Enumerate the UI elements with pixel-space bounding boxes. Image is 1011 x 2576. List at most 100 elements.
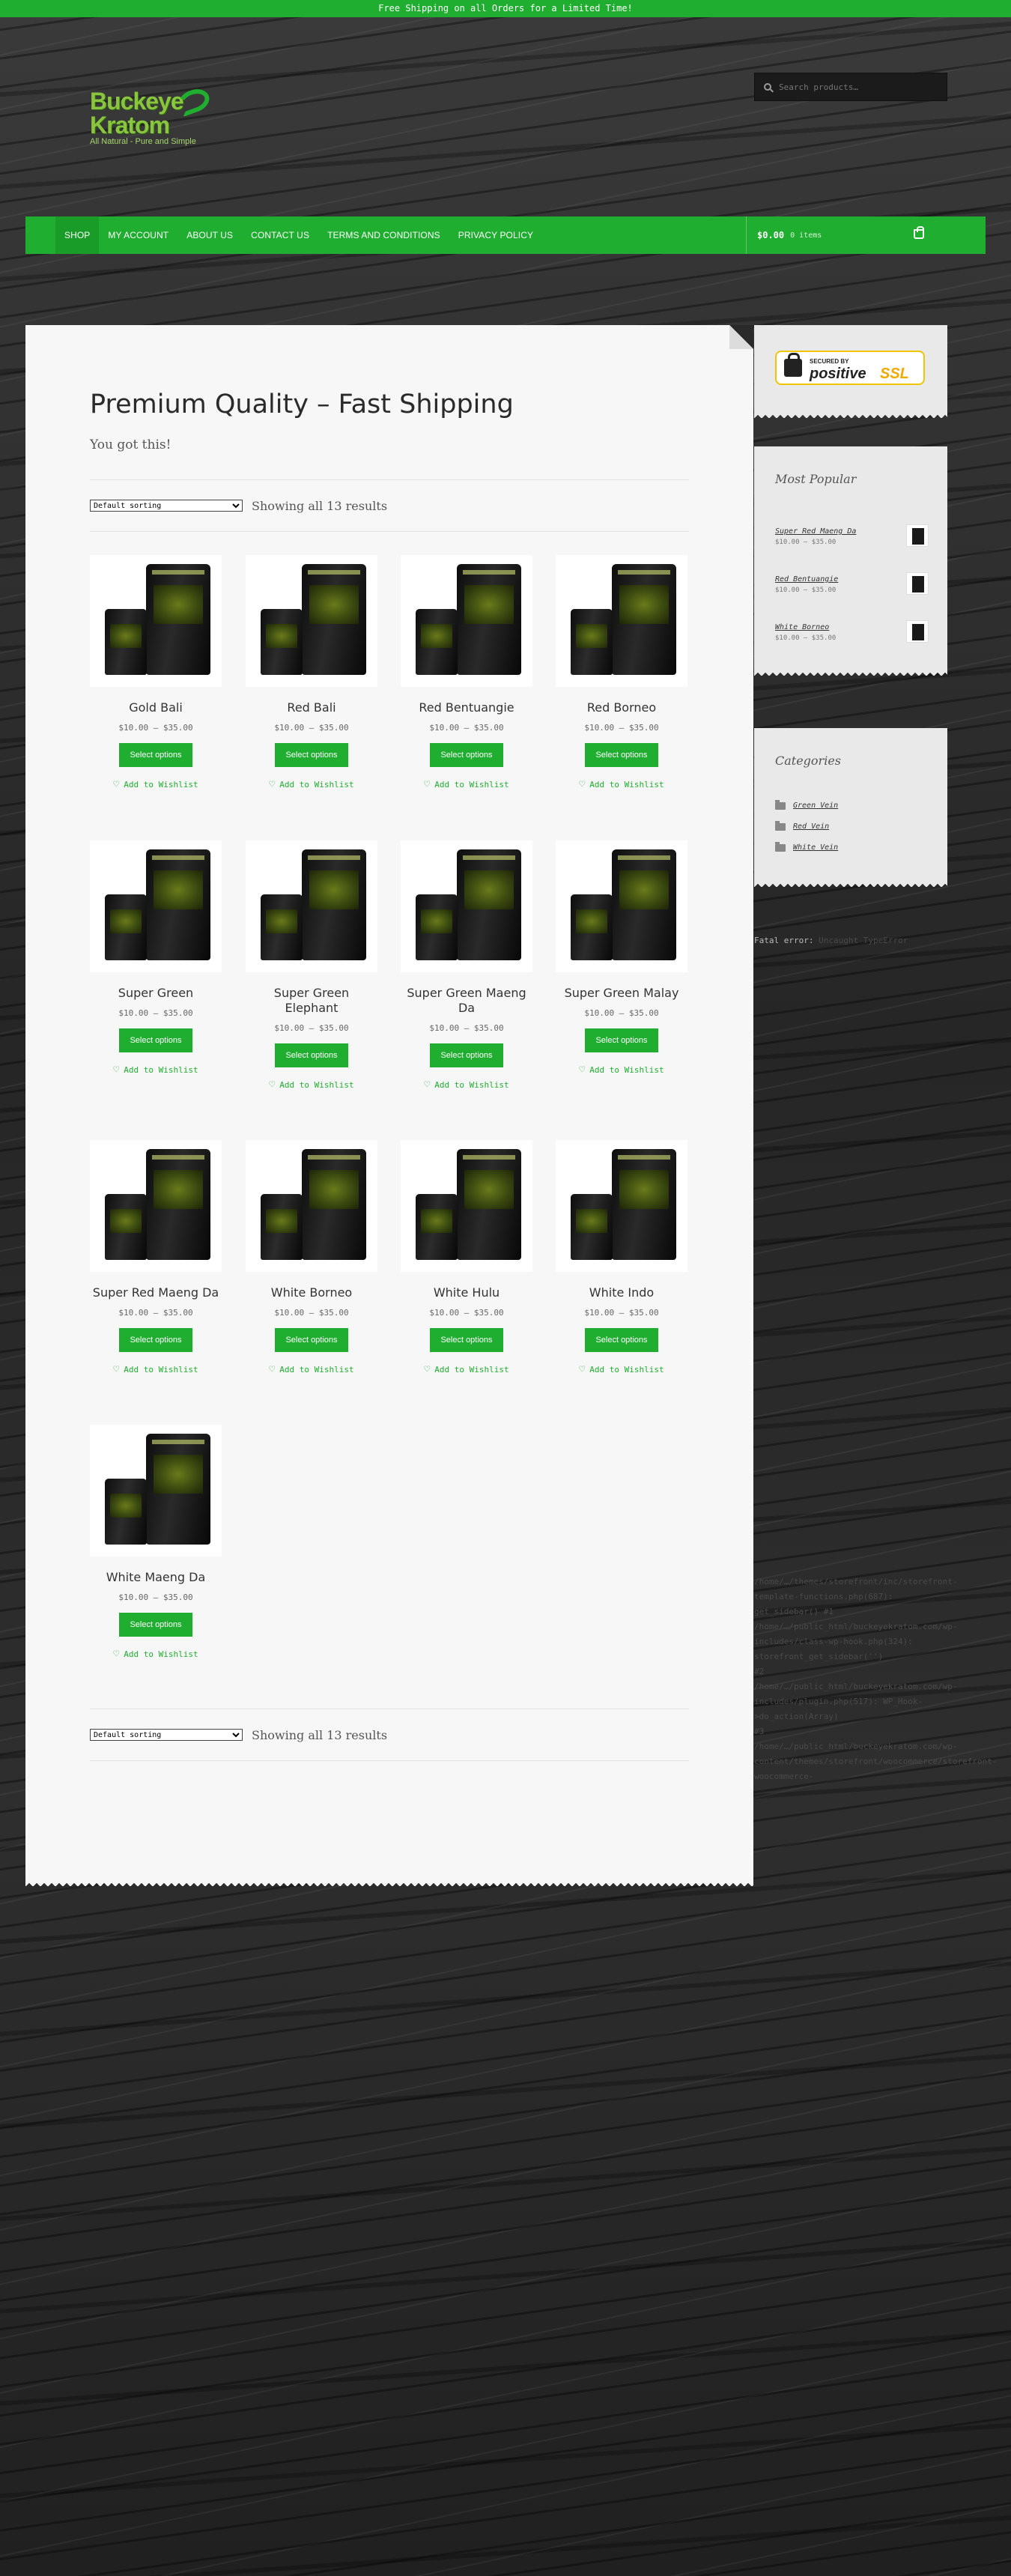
add-to-wishlist-link[interactable]: ♡ Add to Wishlist <box>401 1079 532 1091</box>
product-image[interactable] <box>90 840 222 972</box>
select-options-button[interactable]: Select options <box>430 1328 503 1352</box>
product-name[interactable]: White Maeng Da <box>90 1570 222 1585</box>
product-name[interactable]: Red Bentuangie <box>401 700 532 715</box>
product-name[interactable]: Super Red Maeng Da <box>90 1285 222 1300</box>
product-name[interactable]: Super Green Elephant <box>246 986 377 1016</box>
header-cart[interactable]: $0.00 0 items <box>746 216 933 254</box>
product-card[interactable]: Super Green Elephant $10.00 – $35.00 Selec… <box>246 840 377 1091</box>
select-options-button[interactable]: Select options <box>275 743 348 767</box>
category-item[interactable]: Green Vein <box>775 799 838 810</box>
product-image[interactable] <box>90 1140 222 1272</box>
wishlist-label: Add to Wishlist <box>124 1365 198 1375</box>
product-image[interactable] <box>556 555 687 687</box>
product-card[interactable]: Red Borneo $10.00 – $35.00 Select options ♡… <box>556 555 687 790</box>
nav-my-account[interactable]: MY ACCOUNT <box>99 216 177 254</box>
category-link[interactable]: White Vein <box>793 843 838 852</box>
product-card[interactable]: Gold Bali $10.00 – $35.00 Select options ♡ A… <box>90 555 222 790</box>
product-card[interactable]: Super Green $10.00 – $35.00 Select options… <box>90 840 222 1076</box>
product-card[interactable]: Red Bali $10.00 – $35.00 Select options ♡ Ad… <box>246 555 377 790</box>
product-name[interactable]: Red Bali <box>246 700 377 715</box>
select-options-button[interactable]: Select options <box>430 743 503 767</box>
add-to-wishlist-link[interactable]: ♡ Add to Wishlist <box>246 1364 377 1375</box>
heart-icon: ♡ <box>579 1064 586 1076</box>
product-name[interactable]: Gold Bali <box>90 700 222 715</box>
nav-terms[interactable]: TERMS AND CONDITIONS <box>318 216 449 254</box>
product-name[interactable]: Super Green Malay <box>556 986 687 1001</box>
add-to-wishlist-link[interactable]: ♡ Add to Wishlist <box>556 1364 687 1375</box>
popular-item-thumbnail[interactable] <box>906 572 929 595</box>
select-options-button[interactable]: Select options <box>119 1028 192 1052</box>
product-card[interactable]: Super Green Malay $10.00 – $35.00 Select o… <box>556 840 687 1076</box>
add-to-wishlist-link[interactable]: ♡ Add to Wishlist <box>90 1364 222 1375</box>
select-options-button[interactable]: Select options <box>585 1328 658 1352</box>
product-name[interactable]: White Indo <box>556 1285 687 1300</box>
category-item[interactable]: Red Vein <box>775 820 829 831</box>
category-link[interactable]: Green Vein <box>793 801 838 810</box>
popular-item-thumbnail[interactable] <box>906 620 929 643</box>
add-to-wishlist-link[interactable]: ♡ Add to Wishlist <box>246 779 377 790</box>
product-image[interactable] <box>556 840 687 972</box>
site-logo[interactable]: Buckeye Kratom All Natural - Pure and Si… <box>90 85 213 160</box>
product-name[interactable]: White Hulu <box>401 1285 532 1300</box>
category-item[interactable]: White Vein <box>775 841 838 852</box>
product-card[interactable]: White Borneo $10.00 – $35.00 Select option… <box>246 1140 377 1375</box>
product-image[interactable] <box>556 1140 687 1272</box>
popular-item[interactable]: Red Bentuangie $10.00 – $35.00 <box>775 572 929 605</box>
product-bag-large <box>146 849 210 960</box>
popular-item-thumbnail[interactable] <box>906 524 929 547</box>
product-card[interactable]: White Hulu $10.00 – $35.00 Select options ♡… <box>401 1140 532 1375</box>
add-to-wishlist-link[interactable]: ♡ Add to Wishlist <box>556 779 687 790</box>
product-bag-small <box>571 1194 613 1260</box>
product-card[interactable]: White Indo $10.00 – $35.00 Select options ♡… <box>556 1140 687 1375</box>
select-options-button[interactable]: Select options <box>585 743 658 767</box>
select-options-button[interactable]: Select options <box>430 1043 503 1067</box>
product-card[interactable]: Super Red Maeng Da $10.00 – $35.00 Select … <box>90 1140 222 1375</box>
lock-icon <box>784 353 802 377</box>
select-options-button[interactable]: Select options <box>119 1328 192 1352</box>
product-image[interactable] <box>246 1140 377 1272</box>
product-image[interactable] <box>401 1140 532 1272</box>
sort-select-top[interactable]: Default sorting <box>90 500 243 512</box>
nav-contact-us[interactable]: CONTACT US <box>242 216 318 254</box>
select-options-button[interactable]: Select options <box>275 1328 348 1352</box>
product-bag-large <box>146 564 210 675</box>
select-options-button[interactable]: Select options <box>585 1028 658 1052</box>
select-options-button[interactable]: Select options <box>119 1613 192 1637</box>
product-card[interactable]: White Maeng Da $10.00 – $35.00 Select opti… <box>90 1425 222 1660</box>
nav-about-us[interactable]: ABOUT US <box>177 216 242 254</box>
most-popular-title: Most Popular <box>775 472 857 486</box>
add-to-wishlist-link[interactable]: ♡ Add to Wishlist <box>90 779 222 790</box>
logo-tagline: All Natural - Pure and Simple <box>90 137 196 146</box>
select-options-button[interactable]: Select options <box>275 1043 348 1067</box>
nav-privacy[interactable]: PRIVACY POLICY <box>449 216 542 254</box>
product-card[interactable]: Super Green Maeng Da $10.00 – $35.00 Selec… <box>401 840 532 1091</box>
product-image[interactable] <box>401 555 532 687</box>
result-count-top: Showing all 13 results <box>252 498 388 513</box>
add-to-wishlist-link[interactable]: ♡ Add to Wishlist <box>401 1364 532 1375</box>
product-bag-large <box>302 849 366 960</box>
add-to-wishlist-link[interactable]: ♡ Add to Wishlist <box>90 1064 222 1076</box>
product-image[interactable] <box>246 555 377 687</box>
product-name[interactable]: Red Borneo <box>556 700 687 715</box>
ssl-badge[interactable]: SECURED BY positive SSL <box>775 351 925 385</box>
product-image[interactable] <box>90 1425 222 1557</box>
category-link[interactable]: Red Vein <box>793 822 829 831</box>
popular-item[interactable]: White Borneo $10.00 – $35.00 <box>775 620 929 653</box>
add-to-wishlist-link[interactable]: ♡ Add to Wishlist <box>556 1064 687 1076</box>
product-bag-large <box>457 849 521 960</box>
nav-shop[interactable]: SHOP <box>55 216 100 254</box>
add-to-wishlist-link[interactable]: ♡ Add to Wishlist <box>401 779 532 790</box>
sort-select-bottom[interactable]: Default sorting <box>90 1729 243 1741</box>
popular-item[interactable]: Super Red Maeng Da $10.00 – $35.00 <box>775 524 929 557</box>
product-name[interactable]: Super Green <box>90 986 222 1001</box>
select-options-button[interactable]: Select options <box>119 743 192 767</box>
product-image[interactable] <box>90 555 222 687</box>
add-to-wishlist-link[interactable]: ♡ Add to Wishlist <box>90 1649 222 1660</box>
product-name[interactable]: Super Green Maeng Da <box>401 986 532 1016</box>
product-name[interactable]: White Borneo <box>246 1285 377 1300</box>
search-input[interactable] <box>779 82 929 92</box>
product-card[interactable]: Red Bentuangie $10.00 – $35.00 Select opti… <box>401 555 532 790</box>
add-to-wishlist-link[interactable]: ♡ Add to Wishlist <box>246 1079 377 1091</box>
product-image[interactable] <box>401 840 532 972</box>
product-image[interactable] <box>246 840 377 972</box>
